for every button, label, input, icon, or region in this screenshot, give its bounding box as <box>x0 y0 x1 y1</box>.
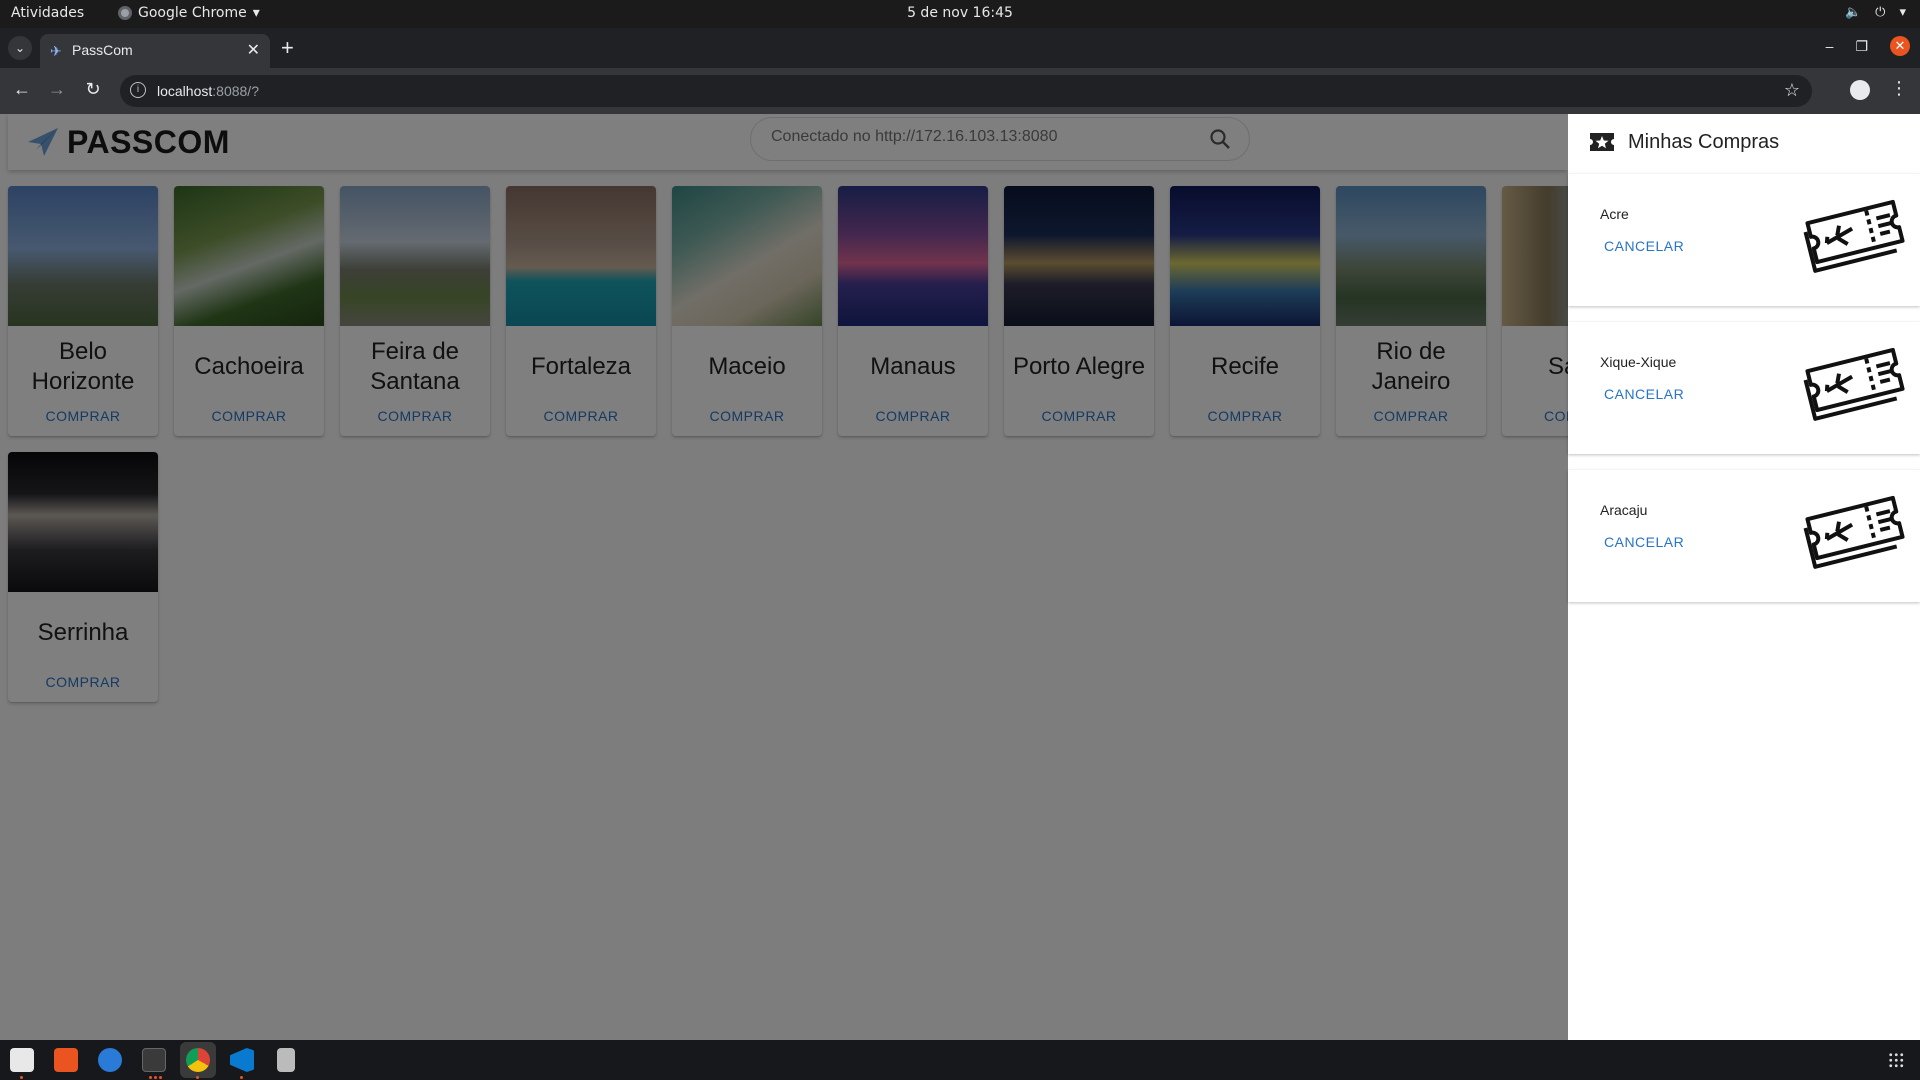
cancel-button[interactable]: CANCELAR <box>1604 386 1684 402</box>
running-indicator <box>149 1076 152 1079</box>
close-window-icon[interactable]: ✕ <box>1890 36 1910 56</box>
url-text[interactable]: localhost:8088/? <box>157 83 259 99</box>
help-icon[interactable] <box>98 1048 122 1072</box>
running-indicator <box>196 1076 199 1079</box>
system-tray[interactable]: 🔈 ⏻ ▾ <box>1845 5 1906 20</box>
drawer-header: Minhas Compras <box>1588 130 1779 154</box>
purchase-item: Acre CANCELAR <box>1568 174 1920 306</box>
app-menu[interactable]: Google Chrome ▾ <box>118 5 260 21</box>
running-indicator <box>159 1076 162 1079</box>
tab-title: PassCom <box>72 42 133 58</box>
running-indicator <box>240 1076 243 1079</box>
purchase-city: Xique-Xique <box>1600 354 1677 370</box>
cancel-button[interactable]: CANCELAR <box>1604 238 1684 254</box>
usb-drive-icon[interactable] <box>277 1048 295 1072</box>
back-arrow-icon[interactable]: ← <box>10 79 34 100</box>
browser-menu-icon[interactable]: ⋮ <box>1890 78 1908 99</box>
files-app-icon[interactable] <box>10 1048 34 1072</box>
cancel-button[interactable]: CANCELAR <box>1604 534 1684 550</box>
plane-ticket-icon <box>1803 495 1905 569</box>
caret-down-icon: ▾ <box>1899 5 1906 20</box>
running-indicator <box>20 1076 23 1079</box>
site-info-icon[interactable]: i <box>130 82 146 98</box>
chrome-icon <box>118 6 132 20</box>
chrome-app-icon[interactable] <box>186 1048 210 1072</box>
power-icon: ⏻ <box>1875 5 1886 20</box>
browser-toolbar: ← → ↻ i localhost:8088/? ☆ ⋮ <box>0 68 1920 114</box>
address-bar[interactable]: i localhost:8088/? ☆ <box>120 75 1812 107</box>
new-tab-button[interactable]: + <box>281 37 294 59</box>
purchase-city: Acre <box>1600 206 1629 222</box>
reload-icon[interactable]: ↻ <box>81 79 105 100</box>
plane-ticket-icon <box>1803 347 1905 421</box>
show-apps-grid-icon[interactable] <box>1888 1052 1904 1068</box>
ticket-star-icon <box>1590 133 1614 151</box>
plane-ticket-icon <box>1803 199 1905 273</box>
tab-strip: ⌄ ✈ PassCom ✕ + – ❐ ✕ <box>0 28 1920 68</box>
taskbar-dock <box>0 1040 1920 1080</box>
software-store-icon[interactable] <box>54 1048 78 1072</box>
purchases-drawer: Minhas Compras Acre CANCELAR Xique-Xique… <box>1568 114 1920 1040</box>
restore-icon[interactable]: ❐ <box>1855 38 1868 55</box>
minimize-icon[interactable]: – <box>1826 38 1834 54</box>
system-top-bar: Atividades Google Chrome ▾ 5 de nov 16:4… <box>0 0 1920 28</box>
plane-favicon-icon: ✈ <box>50 43 62 59</box>
close-tab-icon[interactable]: ✕ <box>247 40 260 60</box>
purchase-item: Aracaju CANCELAR <box>1568 470 1920 602</box>
caret-down-icon: ▾ <box>252 5 260 21</box>
running-indicator <box>154 1076 157 1079</box>
tab-passcom[interactable]: ✈ PassCom ✕ <box>40 34 270 68</box>
purchase-city: Aracaju <box>1600 502 1648 518</box>
tab-search-button[interactable]: ⌄ <box>8 36 32 60</box>
vscode-icon[interactable] <box>230 1048 254 1072</box>
app-menu-label: Google Chrome <box>138 5 247 21</box>
bookmark-star-icon[interactable]: ☆ <box>1784 80 1800 101</box>
forward-arrow-icon[interactable]: → <box>45 79 69 100</box>
page-content: PASSCOM Belo Horizonte COMPRAR Cachoeira… <box>0 114 1920 1040</box>
volume-icon: 🔈 <box>1844 5 1862 20</box>
terminal-icon[interactable] <box>142 1048 166 1072</box>
profile-avatar-icon[interactable] <box>1850 80 1870 100</box>
drawer-title: Minhas Compras <box>1628 130 1780 153</box>
clock[interactable]: 5 de nov 16:45 <box>907 5 1013 21</box>
activities-button[interactable]: Atividades <box>11 5 84 21</box>
window-controls: – ❐ ✕ <box>1826 36 1910 56</box>
purchase-item: Xique-Xique CANCELAR <box>1568 322 1920 454</box>
